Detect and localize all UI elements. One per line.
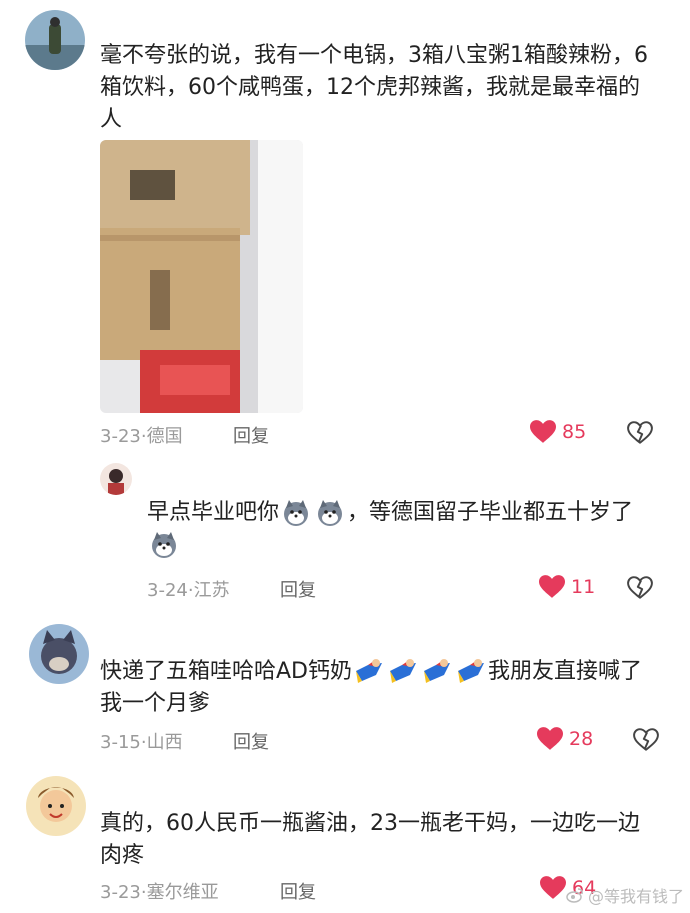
- dislike-heart-icon[interactable]: [633, 727, 659, 753]
- comment-meta: 3-15·山西: [100, 732, 183, 753]
- comment-text: 毫不夸张的说，我有一个电锅，3箱八宝粥1箱酸辣粉，6箱饮料，60个咸鸭蛋，12个…: [100, 43, 648, 132]
- heart-icon: [540, 876, 566, 899]
- husky-emoji-icon: [152, 532, 176, 558]
- avatar[interactable]: [25, 10, 85, 70]
- comment-text: 真的，60人民币一瓶酱油，23一瓶老干妈，一边吃一边肉疼: [100, 811, 640, 868]
- superman-emoji-icon: [458, 659, 484, 683]
- comment-meta: 3-24·江苏: [147, 580, 230, 601]
- superman-emoji-icon: [390, 659, 416, 683]
- avatar[interactable]: [26, 776, 86, 836]
- reply-button[interactable]: 回复: [280, 878, 316, 904]
- like-button[interactable]: 11: [539, 575, 595, 599]
- dislike-heart-icon[interactable]: [627, 575, 653, 601]
- heart-icon: [539, 575, 565, 598]
- reply-button[interactable]: 回复: [233, 422, 269, 448]
- like-count: 85: [562, 421, 587, 443]
- husky-emoji-icon: [284, 500, 309, 526]
- comment-meta: 3-23·德国: [100, 426, 183, 447]
- heart-icon: [537, 727, 563, 750]
- avatar-image: [25, 10, 85, 70]
- like-count: 11: [571, 576, 596, 598]
- superman-emoji-icon: [356, 659, 382, 683]
- reply-button[interactable]: 回复: [233, 728, 269, 754]
- watermark: @等我有钱了: [566, 883, 684, 907]
- like-count: 28: [569, 728, 594, 750]
- avatar-image: [29, 624, 89, 684]
- comment-text: 快递了五箱哇哈哈AD钙奶 我朋友直接喊了我一个月爹: [100, 659, 643, 716]
- photo-boxes: [100, 140, 303, 413]
- heart-icon: [530, 420, 556, 443]
- avatar-image: [26, 776, 86, 836]
- comment-text: 早点毕业吧你 ，等德国留子毕业都五十岁了: [147, 497, 657, 561]
- avatar-image: [100, 463, 132, 495]
- husky-emoji-icon: [318, 500, 343, 526]
- avatar[interactable]: [100, 463, 132, 495]
- dislike-heart-icon[interactable]: [627, 420, 653, 446]
- like-button[interactable]: 28: [537, 727, 593, 751]
- reply-button[interactable]: 回复: [280, 576, 316, 602]
- like-button[interactable]: 85: [530, 420, 586, 444]
- weibo-logo-icon: [566, 888, 583, 903]
- comment-meta: 3-23·塞尔维亚: [100, 882, 219, 903]
- superman-emoji-icon: [424, 659, 450, 683]
- comment-photo[interactable]: [100, 140, 303, 413]
- avatar[interactable]: [29, 624, 89, 684]
